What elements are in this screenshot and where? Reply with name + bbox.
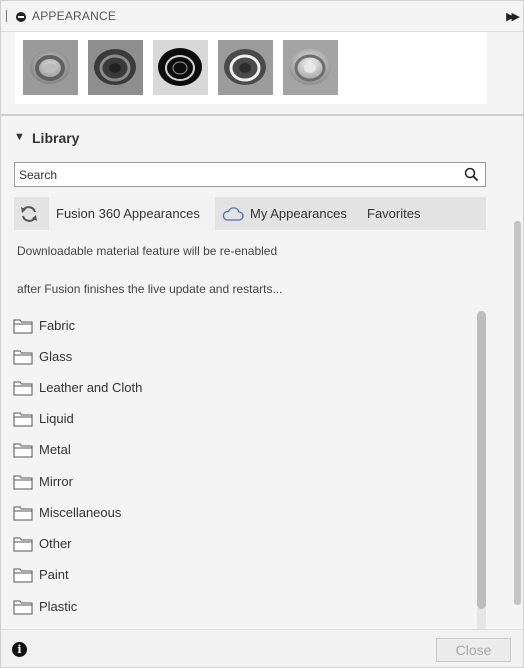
- library-tab-bar: Fusion 360 Appearances My Appearances Fa…: [14, 197, 486, 230]
- notice-line-1: Downloadable material feature will be re…: [17, 244, 278, 258]
- folder-item-glass[interactable]: Glass: [13, 346, 463, 370]
- section-divider: [1, 114, 523, 116]
- appearance-swatch-3[interactable]: [153, 40, 208, 95]
- folder-item-metal[interactable]: Metal: [13, 439, 463, 463]
- folder-icon: [13, 349, 33, 368]
- folder-item-leather-and-cloth[interactable]: Leather and Cloth: [13, 377, 463, 401]
- folder-icon: [13, 505, 33, 524]
- folder-label: Paint: [39, 567, 69, 582]
- drag-grip-icon[interactable]: [6, 10, 8, 22]
- folder-icon: [13, 380, 33, 399]
- folder-list-scrollbar-thumb[interactable]: [477, 311, 486, 609]
- panel-header: APPEARANCE ▶▶: [1, 1, 523, 32]
- info-icon[interactable]: i: [12, 642, 27, 657]
- folder-item-other[interactable]: Other: [13, 533, 463, 557]
- appearance-swatches: [15, 32, 487, 104]
- appearance-swatch-1[interactable]: [23, 40, 78, 95]
- folder-item-liquid[interactable]: Liquid: [13, 408, 463, 432]
- appearance-swatch-2[interactable]: [88, 40, 143, 95]
- folder-label: Fabric: [39, 318, 76, 333]
- expand-panel-icon[interactable]: ▶▶: [506, 10, 520, 23]
- library-heading: Library: [32, 130, 80, 146]
- panel-scrollbar-thumb[interactable]: [514, 221, 521, 605]
- folder-icon: [13, 318, 33, 337]
- tab-my-appearances[interactable]: My Appearances: [250, 197, 347, 230]
- tab-favorites[interactable]: Favorites: [367, 197, 420, 230]
- panel-title: APPEARANCE: [32, 9, 117, 23]
- close-button[interactable]: Close: [436, 638, 511, 662]
- appearance-swatch-4[interactable]: [218, 40, 273, 95]
- folder-icon: [13, 411, 33, 430]
- folder-label: Metal: [39, 442, 71, 457]
- notice-line-2: after Fusion finishes the live update an…: [17, 282, 283, 296]
- folder-label: Leather and Cloth: [39, 380, 143, 395]
- folder-icon: [13, 536, 33, 555]
- search-icon[interactable]: [464, 167, 479, 185]
- folder-label: Miscellaneous: [39, 505, 122, 520]
- folder-item-mirror[interactable]: Mirror: [13, 471, 463, 495]
- folder-item-plastic[interactable]: Plastic: [13, 596, 463, 620]
- tab-fusion-360-appearances[interactable]: Fusion 360 Appearances: [49, 197, 215, 230]
- collapse-icon[interactable]: [16, 12, 26, 22]
- folder-label: Other: [39, 536, 72, 551]
- folder-label: Glass: [39, 349, 73, 364]
- folder-icon: [13, 442, 33, 461]
- search-box: [14, 162, 486, 187]
- folder-item-fabric[interactable]: Fabric: [13, 315, 463, 339]
- folder-label: Liquid: [39, 411, 74, 426]
- folder-label: Plastic: [39, 599, 78, 614]
- folder-label: Mirror: [39, 474, 73, 489]
- appearance-panel: APPEARANCE ▶▶ ▼ Library Search Fusion 36…: [0, 0, 524, 668]
- search-input[interactable]: [15, 163, 455, 186]
- folder-item-miscellaneous[interactable]: Miscellaneous: [13, 502, 463, 526]
- appearance-swatch-5[interactable]: [283, 40, 338, 95]
- panel-footer: i Close: [1, 629, 523, 667]
- library-collapse-triangle-icon[interactable]: ▼: [14, 131, 25, 143]
- folder-icon: [13, 474, 33, 493]
- folder-icon: [13, 567, 33, 586]
- refresh-icon[interactable]: [19, 204, 39, 227]
- folder-item-paint[interactable]: Paint: [13, 564, 463, 588]
- folder-icon: [13, 599, 33, 618]
- cloud-icon: [222, 207, 244, 224]
